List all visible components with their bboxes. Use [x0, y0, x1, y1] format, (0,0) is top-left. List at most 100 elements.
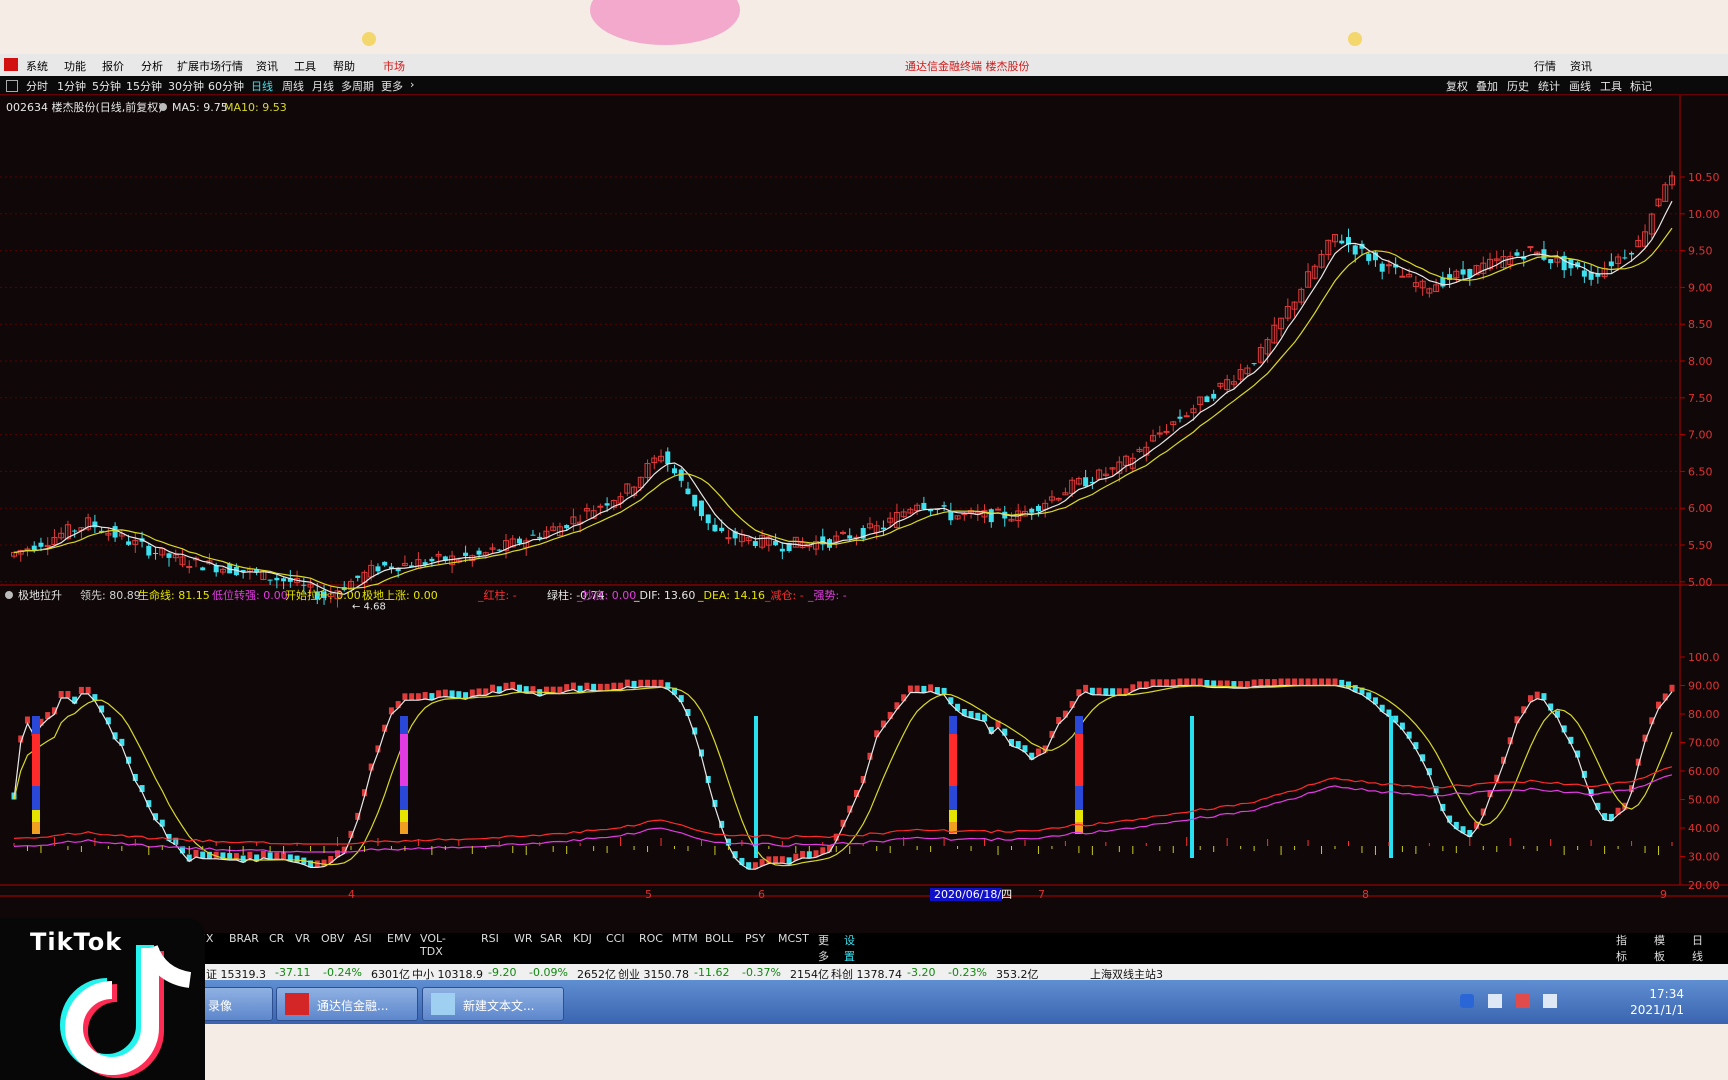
candle-body-down: [1514, 252, 1520, 256]
indicator-settings-icon: [5, 591, 13, 599]
signal-column: [1075, 734, 1083, 786]
indicator-bar: [1278, 678, 1284, 686]
candle-body-down: [752, 541, 758, 547]
indicator-tab[interactable]: BOLL: [704, 932, 734, 945]
indicator-tab[interactable]: OBV: [320, 932, 345, 945]
indicator-tab[interactable]: MCST: [777, 932, 810, 945]
indicator-tab[interactable]: 设置: [843, 932, 856, 964]
kline-chart-panel[interactable]: 10.50 10.00 9.50 9.00 8.50 8.00 7.50 7.00 6.50 6.…: [0, 95, 1728, 977]
indicator-tab[interactable]: 更多: [817, 932, 830, 964]
period-tab-timeshare[interactable]: 分时: [26, 78, 48, 94]
candle-body-down: [685, 488, 691, 495]
taskbar-tdx-terminal[interactable]: 通达信金融...: [276, 987, 418, 1021]
signal-column: [400, 786, 408, 810]
indicator-bar: [267, 852, 273, 860]
dif-line: [13, 766, 1673, 845]
period-tab-15min[interactable]: 15分钟: [126, 78, 162, 94]
taskbar-notepad[interactable]: 新建文本文...: [422, 987, 564, 1021]
signal-column: [949, 810, 957, 822]
menu-extended-market[interactable]: 扩展市场行情: [177, 58, 243, 74]
indicator-bar: [503, 682, 509, 690]
period-tab-multi[interactable]: 多周期: [341, 78, 374, 94]
candle-body-down: [880, 527, 886, 530]
ime-icon[interactable]: [1460, 994, 1474, 1008]
restore-rights-button[interactable]: 复权: [1446, 78, 1468, 94]
indicator-tab[interactable]: EMV: [386, 932, 412, 945]
candle-body-down: [274, 577, 280, 581]
candle-body-down: [712, 524, 718, 532]
network-icon[interactable]: [1487, 994, 1502, 1008]
x-axis-label: 4: [348, 888, 355, 901]
history-button[interactable]: 历史: [1507, 78, 1529, 94]
indicator-tick-label: 50.00: [1688, 794, 1720, 807]
period-tab-daily[interactable]: 日线: [251, 78, 273, 94]
index-value: -0.24%: [323, 966, 362, 979]
security-icon[interactable]: [1515, 994, 1530, 1008]
draw-line-button[interactable]: 画线: [1569, 78, 1591, 94]
indicator-tab[interactable]: WR: [513, 932, 534, 945]
period-tab-60min[interactable]: 60分钟: [208, 78, 244, 94]
menu-analysis[interactable]: 分析: [141, 58, 163, 74]
period-tab-monthly[interactable]: 月线: [312, 78, 334, 94]
indicator-tab[interactable]: ROC: [638, 932, 664, 945]
signal-column: [949, 734, 957, 786]
indicator-tab[interactable]: VR: [294, 932, 311, 945]
panel-toggle-icon[interactable]: [6, 80, 18, 92]
period-tab-1min[interactable]: 1分钟: [57, 78, 86, 94]
menu-tools[interactable]: 工具: [294, 58, 316, 74]
indicator-tab[interactable]: RSI: [480, 932, 500, 945]
indicator-bar: [294, 855, 300, 863]
quote-button[interactable]: 行情: [1534, 58, 1556, 74]
tools-button[interactable]: 工具: [1600, 78, 1622, 94]
taskbar-recorder[interactable]: 录像: [195, 987, 273, 1021]
indicator-tab[interactable]: VOL-TDX: [419, 932, 446, 958]
indicator-value-label: _红柱: -: [477, 588, 517, 602]
indicator-tab[interactable]: CCI: [605, 932, 626, 945]
indicator-tick-label: 100.0: [1688, 651, 1720, 664]
indicator-tab[interactable]: PSY: [744, 932, 766, 945]
menu-system[interactable]: 系统: [26, 58, 48, 74]
candle-body-up: [597, 505, 604, 508]
menu-help[interactable]: 帮助: [333, 58, 355, 74]
menu-news[interactable]: 资讯: [256, 58, 278, 74]
statistics-button[interactable]: 统计: [1538, 78, 1560, 94]
candle-body-down: [779, 548, 785, 552]
volume-icon[interactable]: [1543, 994, 1558, 1008]
indicator-bar: [1197, 678, 1203, 686]
candle-body-down: [1460, 269, 1466, 275]
indicator-bar: [1541, 693, 1547, 701]
indicator-bar: [490, 684, 496, 692]
kline-chart-svg[interactable]: 10.50 10.00 9.50 9.00 8.50 8.00 7.50 7.00 6.50 6.…: [0, 95, 1728, 933]
x-axis-label: 7: [1038, 888, 1045, 901]
overlay-button[interactable]: 叠加: [1476, 78, 1498, 94]
indicator-tab[interactable]: SAR: [539, 932, 563, 945]
signal-column: [32, 822, 40, 834]
menu-quote[interactable]: 报价: [102, 58, 124, 74]
chevron-right-icon[interactable]: ›: [410, 78, 414, 91]
candle-body-down: [463, 552, 469, 556]
candle-body-down: [72, 530, 78, 532]
mark-button[interactable]: 标记: [1630, 78, 1652, 94]
indicator-right-tab[interactable]: 日线: [1691, 932, 1704, 964]
indicator-bar: [1083, 684, 1089, 692]
period-tab-more[interactable]: 更多: [381, 78, 403, 94]
indicator-bar: [247, 851, 253, 859]
period-tab-5min[interactable]: 5分钟: [92, 78, 121, 94]
indicator-right-tab[interactable]: 模板: [1653, 932, 1666, 964]
news-button[interactable]: 资讯: [1570, 58, 1592, 74]
indicator-tab[interactable]: BRAR: [228, 932, 260, 945]
indicator-tab[interactable]: KDJ: [572, 932, 593, 945]
signal-column: [1075, 786, 1083, 810]
index-value: -0.09%: [529, 966, 568, 979]
indicator-bar: [1150, 679, 1156, 687]
period-tab-30min[interactable]: 30分钟: [168, 78, 204, 94]
taskbar-clock[interactable]: 17:34 2021/1/1: [1630, 986, 1684, 1018]
menu-function[interactable]: 功能: [64, 58, 86, 74]
indicator-tab[interactable]: ASI: [353, 932, 373, 945]
ma5-line: [13, 200, 1673, 595]
signal-column: [400, 810, 408, 822]
menu-market[interactable]: 市场: [383, 58, 405, 74]
indicator-tab[interactable]: CR: [268, 932, 285, 945]
indicator-tab[interactable]: MTM: [671, 932, 699, 945]
period-tab-weekly[interactable]: 周线: [282, 78, 304, 94]
